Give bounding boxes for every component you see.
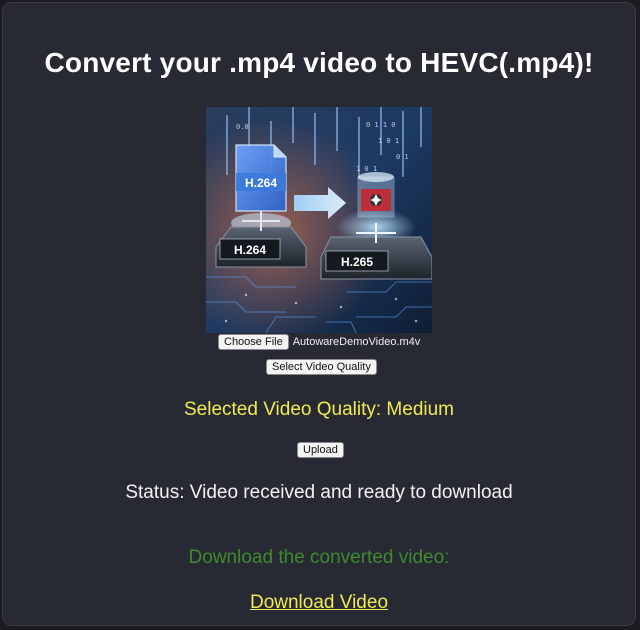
hero-image: 0 1 1 0 1 0 1 0 1 0.0 1 0 1 H.264 H.264 … bbox=[206, 107, 432, 333]
selected-file-name: AutowareDemoVideo.m4v bbox=[292, 336, 421, 348]
document-label: H.264 bbox=[245, 176, 277, 190]
select-video-quality-button[interactable]: Select Video Quality bbox=[266, 359, 377, 375]
upload-button[interactable]: Upload bbox=[297, 442, 344, 458]
download-heading: Download the converted video: bbox=[188, 547, 450, 568]
file-input-row: Choose File AutowareDemoVideo.m4v bbox=[218, 334, 420, 350]
svg-text:0 1: 0 1 bbox=[396, 153, 409, 161]
left-chip-label: H.264 bbox=[234, 243, 266, 257]
page-title: Convert your .mp4 video to HEVC(.mp4)! bbox=[44, 47, 594, 78]
svg-text:0 1 1 0: 0 1 1 0 bbox=[366, 121, 396, 129]
download-link-row: Download Video bbox=[3, 592, 635, 614]
status-text: Status: Video received and ready to down… bbox=[125, 482, 513, 503]
svg-text:1 0 1: 1 0 1 bbox=[356, 165, 377, 173]
choose-file-button[interactable]: Choose File bbox=[218, 334, 289, 350]
right-chip-label: H.265 bbox=[341, 255, 373, 269]
download-video-link[interactable]: Download Video bbox=[250, 592, 388, 613]
svg-text:1 0 1: 1 0 1 bbox=[378, 137, 399, 145]
selected-quality-text: Selected Video Quality: Medium bbox=[183, 399, 455, 420]
svg-text:0.0: 0.0 bbox=[236, 123, 249, 131]
app-window: Convert your .mp4 video to HEVC(.mp4)! 0… bbox=[2, 2, 636, 626]
